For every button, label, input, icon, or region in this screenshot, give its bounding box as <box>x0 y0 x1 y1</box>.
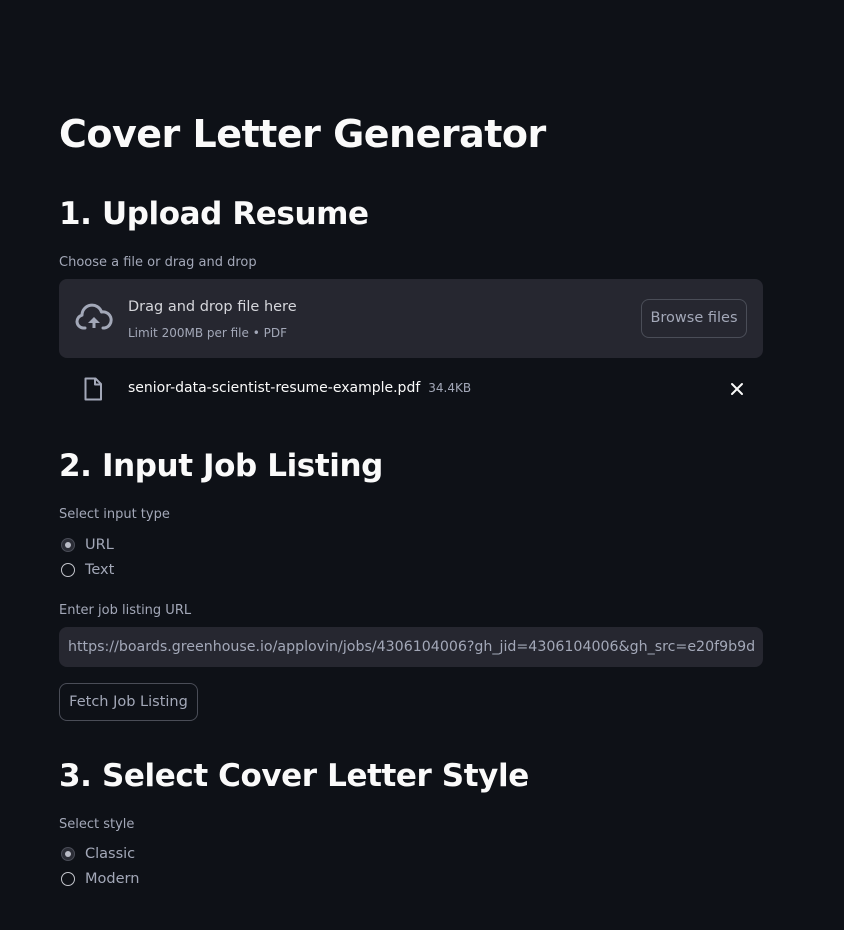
uploader-label: Choose a file or drag and drop <box>59 255 257 270</box>
file-size: 34.4KB <box>428 381 472 395</box>
input-type-label: Select input type <box>59 507 170 522</box>
close-icon[interactable] <box>729 381 745 397</box>
radio-classic-indicator[interactable] <box>61 847 75 861</box>
main-container: Cover Letter Generator 1. Upload Resume … <box>0 0 844 930</box>
radio-modern-label: Modern <box>85 871 140 887</box>
file-dropzone[interactable]: Drag and drop file here Limit 200MB per … <box>59 279 763 358</box>
browse-files-button[interactable]: Browse files <box>641 299 747 338</box>
file-icon <box>84 377 102 401</box>
dropzone-limit-text: Limit 200MB per file • PDF <box>128 326 287 340</box>
style-label: Select style <box>59 817 135 832</box>
page-title: Cover Letter Generator <box>59 112 546 156</box>
section-heading-input-job-listing: 2. Input Job Listing <box>59 448 383 484</box>
radio-option-classic[interactable]: Classic <box>59 843 135 865</box>
dropzone-title: Drag and drop file here <box>128 299 297 315</box>
section-heading-cover-letter-style: 3. Select Cover Letter Style <box>59 758 529 794</box>
uploaded-file-row: senior-data-scientist-resume-example.pdf… <box>59 368 763 408</box>
cloud-upload-icon <box>75 303 113 330</box>
fetch-job-listing-button[interactable]: Fetch Job Listing <box>59 683 198 721</box>
job-url-input[interactable] <box>59 627 763 667</box>
section-heading-upload-resume: 1. Upload Resume <box>59 196 369 232</box>
radio-option-url[interactable]: URL <box>59 534 114 556</box>
uploaded-file-name: senior-data-scientist-resume-example.pdf… <box>128 378 471 398</box>
url-input-label: Enter job listing URL <box>59 603 192 618</box>
radio-classic-label: Classic <box>85 846 136 862</box>
radio-url-label: URL <box>85 537 114 553</box>
radio-text-label: Text <box>85 562 115 578</box>
radio-modern-indicator[interactable] <box>61 872 75 886</box>
radio-text-indicator[interactable] <box>61 563 75 577</box>
radio-option-modern[interactable]: Modern <box>59 868 139 890</box>
file-name-text: senior-data-scientist-resume-example.pdf <box>128 380 421 396</box>
radio-url-indicator[interactable] <box>61 538 75 552</box>
radio-option-text[interactable]: Text <box>59 559 114 581</box>
